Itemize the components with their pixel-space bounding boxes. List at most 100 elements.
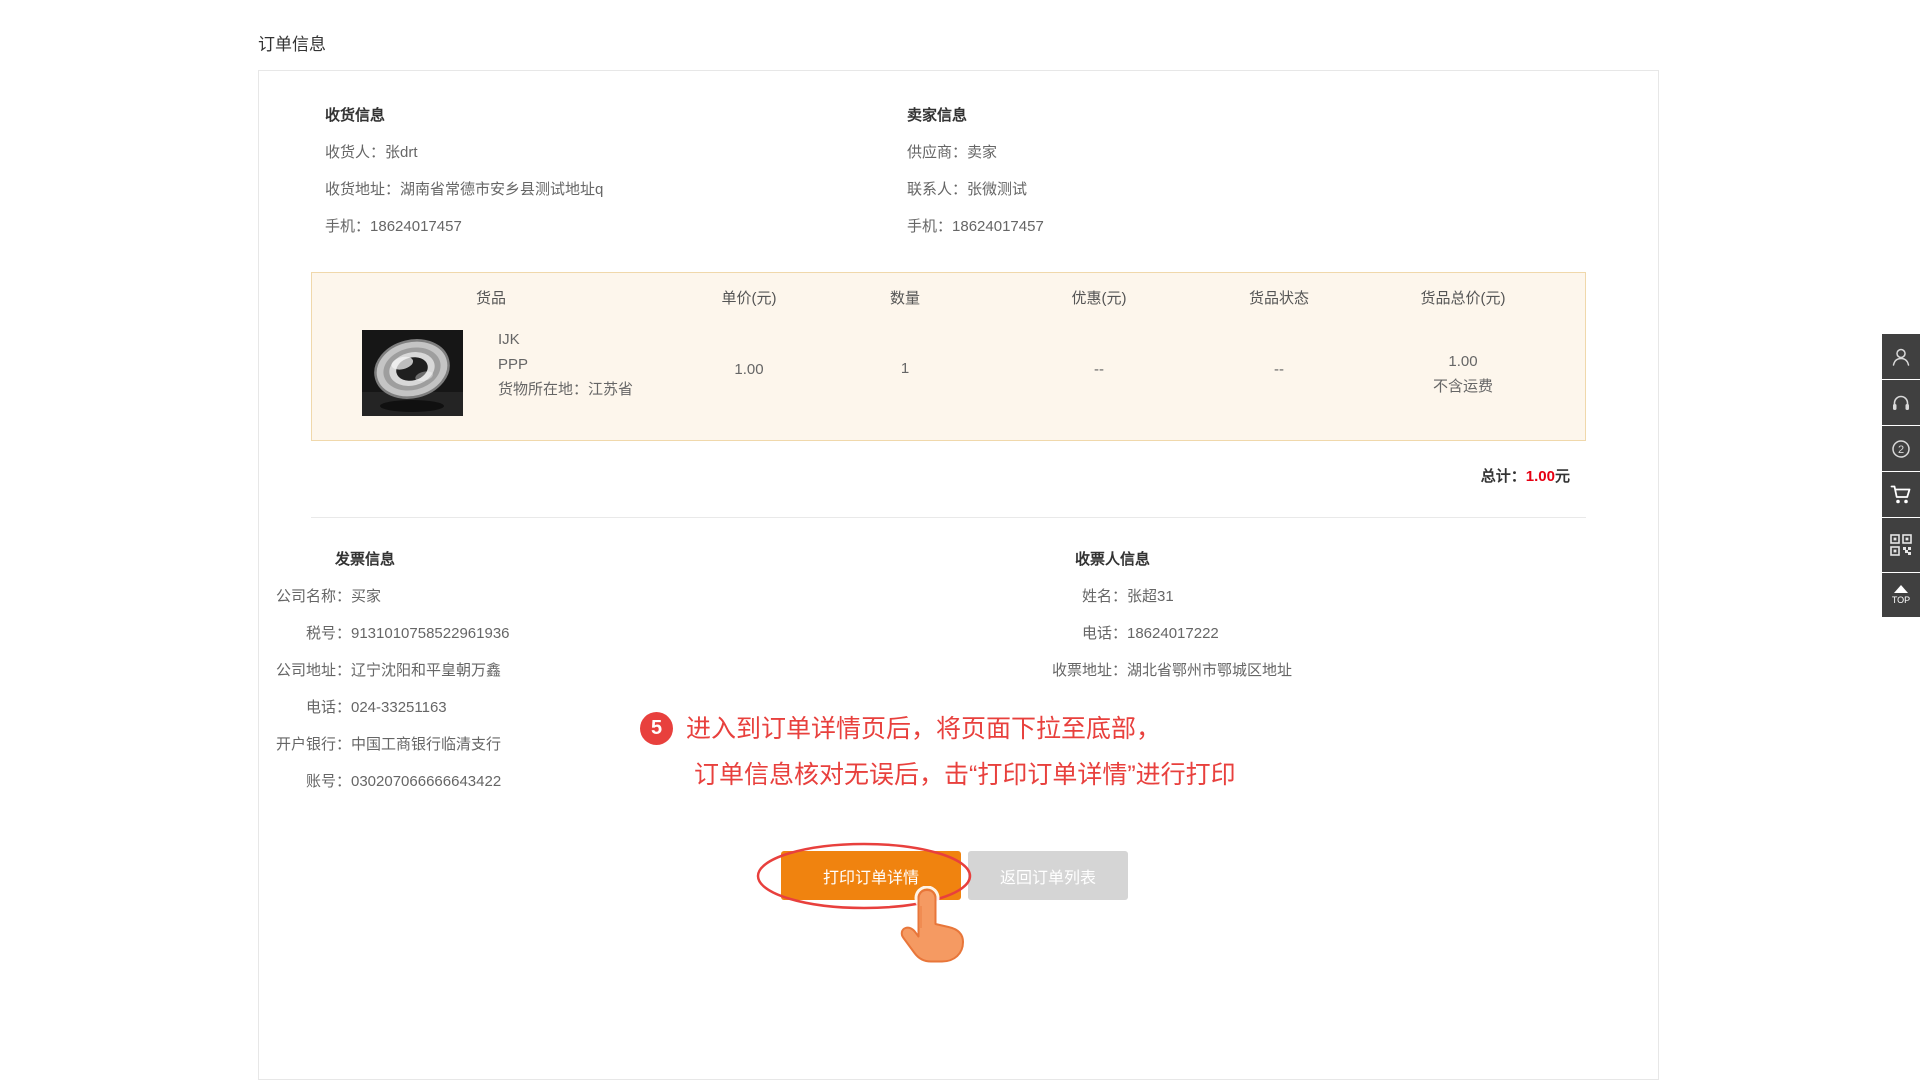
invoice-phone-row: 电话：024-33251163 [261,697,510,719]
product-name: IJK [498,327,633,352]
product-location-line: 货物所在地：江苏省 [498,377,633,402]
invoice-company-row: 公司名称：买家 [261,586,510,608]
product-spec: PPP [498,352,633,377]
shipping-receiver-row: 收货人：张drt [325,142,603,164]
seller-supplier-row: 供应商：卖家 [907,142,1044,164]
shipping-address-label: 收货地址： [325,181,400,198]
up-arrow-icon [1894,585,1908,593]
order-detail-card: 收货信息 收货人：张drt 收货地址：湖南省常德市安乡县测试地址q 手机：186… [258,70,1659,1080]
seller-contact-label: 联系人： [907,181,967,198]
annotation-line-1: 进入到订单详情页后，将页面下拉至底部， [686,712,1161,746]
cell-discount: -- [1019,361,1179,378]
invoice-phone-value: 024-33251163 [351,699,447,716]
total-price-value: 1.00 [1383,349,1543,374]
cell-status: -- [1199,361,1359,378]
shipping-address-value: 湖南省常德市安乡县测试地址q [400,181,603,198]
qrcode-icon [1890,534,1912,556]
product-location-value: 江苏省 [588,381,633,398]
sidebar-service-button[interactable] [1882,380,1920,425]
shipping-receiver-value: 张drt [385,144,418,161]
seller-supplier-value: 卖家 [967,144,997,161]
cell-unit-price: 1.00 [669,361,829,378]
sidebar-user-button[interactable] [1882,334,1920,379]
seller-phone-value: 18624017457 [952,218,1044,235]
invoice-address-row: 公司地址：辽宁沈阳和平皇朝万鑫 [261,660,510,682]
invoice-taxno-value: 9131010758522961936 [351,625,510,642]
shipping-phone-value: 18624017457 [370,218,462,235]
invoice-account-value: 030207066666643422 [351,773,501,790]
receiver-name-value: 张超31 [1127,588,1174,605]
help-circle-icon: 2 [1891,439,1911,459]
shipping-receiver-label: 收货人： [325,144,385,161]
col-header-goods: 货品 [411,287,571,308]
cell-quantity: 1 [825,360,985,377]
shipping-phone-label: 手机： [325,218,370,235]
shipping-phone-row: 手机：18624017457 [325,216,603,238]
seller-phone-label: 手机： [907,218,952,235]
invoice-taxno-row: 税号：9131010758522961936 [261,623,510,645]
invoice-info-heading: 发票信息 [335,549,395,571]
receiver-address-label: 收票地址： [1037,660,1127,682]
step-number-badge: 5 [640,712,673,745]
invoice-account-label: 账号： [261,771,351,793]
invoice-receiver-section: 姓名：张超31 电话：18624017222 收票地址：湖北省鄂州市鄂城区地址 [1037,586,1292,697]
seller-supplier-label: 供应商： [907,144,967,161]
floating-sidebar: 2 TOP [1882,334,1920,618]
seller-info-heading: 卖家信息 [907,105,1044,127]
receiver-name-label: 姓名： [1037,586,1127,608]
print-order-button[interactable]: 打印订单详情 [781,851,961,900]
invoice-company-value: 买家 [351,588,381,605]
col-header-unit-price: 单价(元) [669,287,829,308]
goods-table: 货品 单价(元) 数量 优惠(元) 货品状态 货品总价(元) IJK PPP 货… [311,272,1586,441]
cell-total-price: 1.00 不含运费 [1383,349,1543,399]
svg-text:2: 2 [1898,444,1904,456]
back-to-top-button[interactable]: TOP [1882,573,1920,617]
col-header-discount: 优惠(元) [1019,287,1179,308]
annotation-line-2: 订单信息核对无误后，击“打印订单详情”进行打印 [694,758,1236,792]
back-to-order-list-button[interactable]: 返回订单列表 [968,851,1128,900]
sidebar-cart-button[interactable] [1882,472,1920,517]
product-image[interactable] [362,330,463,416]
invoice-taxno-label: 税号： [261,623,351,645]
section-divider [311,517,1586,518]
receiver-phone-label: 电话： [1037,623,1127,645]
seller-contact-value: 张微测试 [967,181,1027,198]
receiver-phone-row: 电话：18624017222 [1037,623,1292,645]
invoice-company-label: 公司名称： [261,586,351,608]
cart-icon [1890,484,1912,506]
order-total-amount: 1.00 [1526,468,1555,485]
page-title: 订单信息 [258,30,326,55]
order-total: 总计：1.00元 [1481,465,1570,486]
invoice-phone-label: 电话： [261,697,351,719]
user-icon [1891,347,1911,367]
headset-icon [1891,393,1911,413]
col-header-status: 货品状态 [1199,287,1359,308]
invoice-bank-row: 开户银行：中国工商银行临清支行 [261,734,510,756]
freight-note: 不含运费 [1383,374,1543,399]
order-total-unit: 元 [1555,468,1570,485]
seller-info-section: 卖家信息 供应商：卖家 联系人：张微测试 手机：18624017457 [907,105,1044,253]
shipping-info-heading: 收货信息 [325,105,603,127]
invoice-info-section: 公司名称：买家 税号：9131010758522961936 公司地址：辽宁沈阳… [261,586,510,808]
receiver-address-value: 湖北省鄂州市鄂城区地址 [1127,662,1292,679]
col-header-quantity: 数量 [825,287,985,308]
invoice-receiver-heading: 收票人信息 [1075,549,1150,571]
receiver-phone-value: 18624017222 [1127,625,1219,642]
invoice-address-value: 辽宁沈阳和平皇朝万鑫 [351,662,501,679]
back-to-top-label: TOP [1892,595,1910,605]
shipping-info-section: 收货信息 收货人：张drt 收货地址：湖南省常德市安乡县测试地址q 手机：186… [325,105,603,253]
seller-contact-row: 联系人：张微测试 [907,179,1044,201]
receiver-address-row: 收票地址：湖北省鄂州市鄂城区地址 [1037,660,1292,682]
product-description[interactable]: IJK PPP 货物所在地：江苏省 [498,327,633,402]
sidebar-qrcode-button[interactable] [1882,518,1920,572]
receiver-name-row: 姓名：张超31 [1037,586,1292,608]
col-header-total-price: 货品总价(元) [1383,287,1543,308]
shipping-address-row: 收货地址：湖南省常德市安乡县测试地址q [325,179,603,201]
order-total-label: 总计： [1481,468,1526,485]
invoice-address-label: 公司地址： [261,660,351,682]
sidebar-help-button[interactable]: 2 [1882,426,1920,471]
invoice-bank-value: 中国工商银行临清支行 [351,736,501,753]
product-location-label: 货物所在地： [498,381,588,398]
seller-phone-row: 手机：18624017457 [907,216,1044,238]
invoice-account-row: 账号：030207066666643422 [261,771,510,793]
